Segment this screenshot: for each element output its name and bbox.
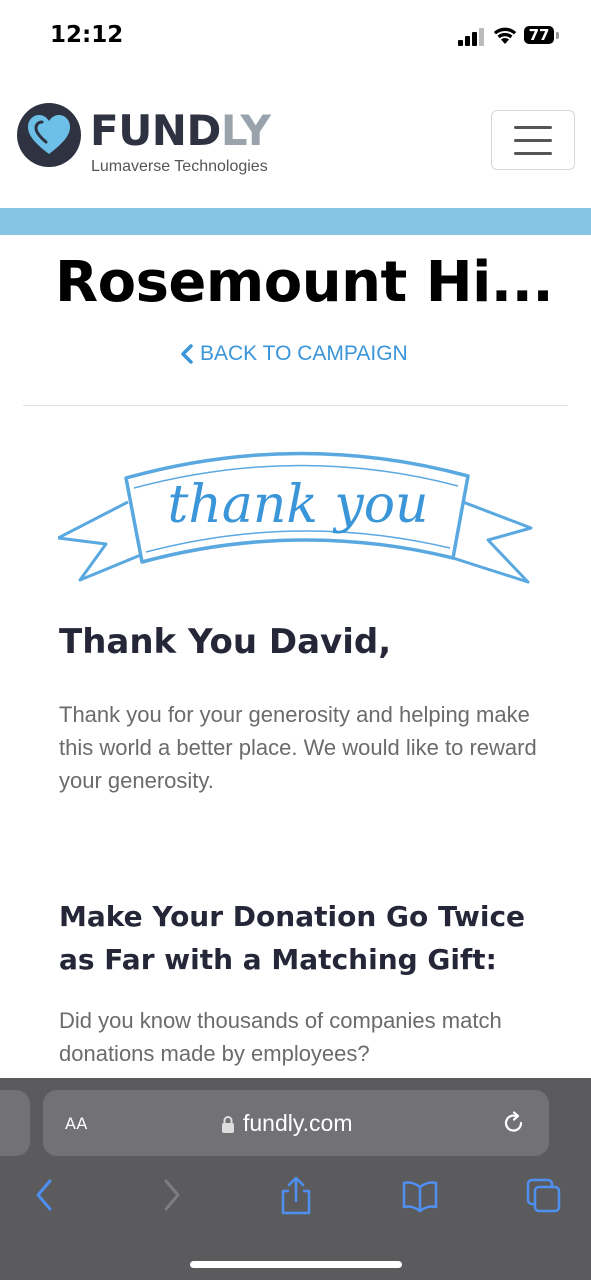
campaign-title: Rosemount Hi... xyxy=(55,250,554,315)
lock-icon xyxy=(222,1115,234,1133)
site-header: FUNDLY Lumaverse Technologies xyxy=(0,75,591,208)
share-icon[interactable] xyxy=(278,1175,314,1215)
url-text: fundly.com xyxy=(243,1110,353,1136)
home-indicator xyxy=(190,1261,402,1268)
logo-wordmark: FUNDLY xyxy=(90,106,271,155)
url-display[interactable]: fundly.com xyxy=(221,1110,353,1137)
reload-icon[interactable] xyxy=(501,1110,527,1136)
thank-you-banner: thank you xyxy=(58,451,533,584)
text-size-button[interactable]: AA xyxy=(65,1110,87,1135)
logo-word-main: FUND xyxy=(90,106,221,155)
thank-you-heading: Thank You David, xyxy=(59,622,392,662)
divider xyxy=(23,405,568,406)
forward-icon[interactable] xyxy=(154,1175,190,1215)
matching-gift-heading: Make Your Donation Go Twice as Far with … xyxy=(59,900,526,976)
bookmarks-icon[interactable] xyxy=(402,1175,438,1215)
heart-logo-icon xyxy=(17,103,81,167)
address-bar[interactable]: AA fundly.com xyxy=(43,1090,549,1156)
cellular-signal-icon xyxy=(458,28,484,46)
text-size-label: AA xyxy=(65,1114,88,1133)
banner-text: thank you xyxy=(167,475,428,535)
tabs-icon[interactable] xyxy=(526,1175,562,1215)
back-to-campaign-link[interactable]: BACK TO CAMPAIGN xyxy=(180,342,408,366)
previous-tab-edge[interactable] xyxy=(0,1090,30,1156)
chevron-left-icon xyxy=(181,344,193,364)
battery-level: 77 xyxy=(524,26,554,44)
logo-word-accent: LY xyxy=(220,106,271,155)
status-time: 12:12 xyxy=(50,22,124,48)
hamburger-menu-button[interactable] xyxy=(491,110,575,170)
accent-strip xyxy=(0,208,591,235)
thank-you-body: Thank you for your generosity and helpin… xyxy=(59,702,537,793)
back-icon[interactable] xyxy=(26,1175,62,1215)
back-link-label: BACK TO CAMPAIGN xyxy=(200,342,408,365)
logo-subtitle: Lumaverse Technologies xyxy=(91,158,268,175)
wifi-icon xyxy=(493,27,517,44)
status-bar: 12:12 77 xyxy=(0,0,591,75)
matching-gift-body: Did you know thousands of companies matc… xyxy=(59,1008,502,1066)
fundly-logo[interactable]: FUNDLY Lumaverse Technologies xyxy=(16,102,276,182)
battery-icon: 77 xyxy=(524,26,562,46)
